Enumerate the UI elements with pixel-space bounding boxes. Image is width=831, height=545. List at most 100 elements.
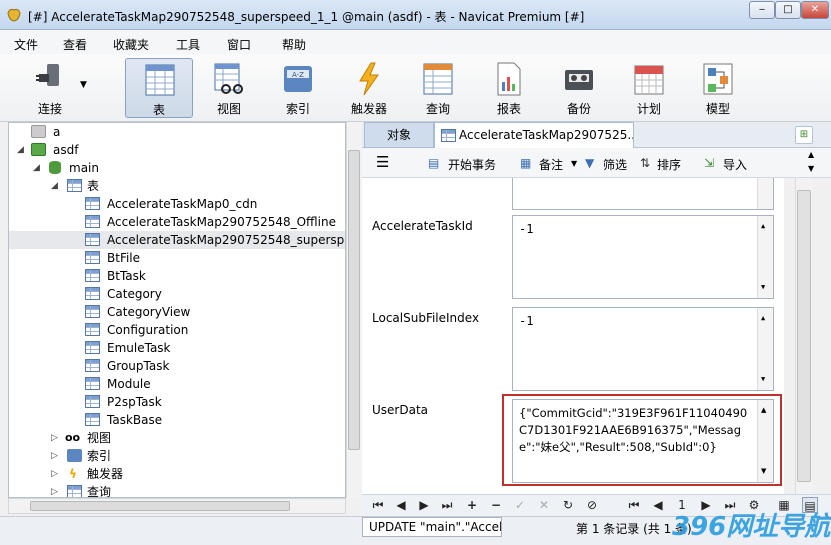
tree-table-item[interactable]: BtFile xyxy=(9,249,345,267)
delete-record-icon[interactable]: − xyxy=(488,497,504,513)
expand-arrow-icon[interactable]: ▷ xyxy=(51,447,61,465)
collapse-arrow-icon[interactable]: ◢ xyxy=(33,159,43,177)
tree-connection-asdf[interactable]: ◢ asdf xyxy=(9,141,345,159)
tree-label: 表 xyxy=(87,179,100,193)
view-icon xyxy=(214,63,243,94)
new-tab-icon[interactable]: ⊞ xyxy=(795,126,813,144)
tree-horizontal-scroll-thumb[interactable] xyxy=(30,501,290,511)
field-scrollbar[interactable]: ▲ ▼ xyxy=(757,308,773,390)
tree-table-item[interactable]: TaskBase xyxy=(9,411,345,429)
lightning-icon xyxy=(359,62,379,96)
table-button[interactable]: 表 xyxy=(125,58,193,118)
toolbar-overflow-icon[interactable]: ▲ xyxy=(808,150,814,159)
expand-arrow-icon[interactable]: ▷ xyxy=(51,483,61,497)
local-sub-file-index-field[interactable]: -1 ▲ ▼ xyxy=(512,307,774,391)
tree-table-item[interactable]: Configuration xyxy=(9,321,345,339)
tree-label: 触发器 xyxy=(87,467,124,481)
tree-table-item[interactable]: Category xyxy=(9,285,345,303)
minimize-button[interactable]: ‒ xyxy=(749,1,775,19)
menu-file[interactable]: 文件 xyxy=(14,36,38,53)
import-button[interactable]: 导入 xyxy=(723,156,747,173)
accelerate-task-id-field[interactable]: -1 ▲ ▼ xyxy=(512,215,774,299)
tree-label: GroupTask xyxy=(107,359,170,373)
menu-hamburger-icon[interactable]: ☰ xyxy=(376,153,389,171)
tree-vertical-scroll-thumb[interactable] xyxy=(348,150,360,450)
previous-field-textbox[interactable] xyxy=(512,178,774,210)
schedule-button[interactable]: 计划 xyxy=(615,58,683,118)
trigger-button[interactable]: 触发器 xyxy=(335,58,403,118)
first-record-icon[interactable]: ⏮ xyxy=(370,497,386,513)
tree-table-item[interactable]: AccelerateTaskMap0_cdn xyxy=(9,195,345,213)
begin-transaction-button[interactable]: 开始事务 xyxy=(448,156,496,173)
last-record-icon[interactable]: ⏭ xyxy=(439,497,455,513)
tree-connection-a[interactable]: a xyxy=(9,123,345,141)
index-button[interactable]: A-Z 索引 xyxy=(264,58,332,118)
cassette-icon xyxy=(565,70,593,90)
scroll-down-arrow-icon[interactable]: ▼ xyxy=(761,371,765,388)
table-icon xyxy=(85,413,100,426)
query-button[interactable]: 查询 xyxy=(404,58,472,118)
menu-help[interactable]: 帮助 xyxy=(282,36,306,53)
filter-button[interactable]: 筛选 xyxy=(603,156,627,173)
object-tree[interactable]: a ◢ asdf ◢ main ◢ 表 AccelerateTaskMap0_c… xyxy=(8,122,346,498)
plug-icon xyxy=(36,64,59,86)
menu-window[interactable]: 窗口 xyxy=(227,36,251,53)
scroll-up-arrow-icon[interactable]: ▲ xyxy=(761,218,765,235)
backup-button[interactable]: 备份 xyxy=(545,58,613,118)
expand-arrow-icon[interactable]: ▷ xyxy=(51,429,61,447)
stop-icon[interactable]: ⊘ xyxy=(584,497,600,513)
memo-dropdown-arrow-icon[interactable]: ▼ xyxy=(571,159,577,168)
scroll-up-arrow-icon[interactable]: ▲ xyxy=(761,310,765,327)
window-title: [#] AccelerateTaskMap290752548_superspee… xyxy=(28,10,585,24)
tree-table-item-selected[interactable]: AccelerateTaskMap290752548_superspeed_1_… xyxy=(9,231,345,249)
next-record-icon[interactable]: ▶ xyxy=(416,497,432,513)
tree-table-item[interactable]: Module xyxy=(9,375,345,393)
collapse-arrow-icon[interactable]: ◢ xyxy=(51,177,61,195)
sort-button[interactable]: 排序 xyxy=(657,156,681,173)
schedule-label: 计划 xyxy=(636,102,661,116)
previous-record-icon[interactable]: ◀ xyxy=(393,497,409,513)
connect-dropdown-arrow-icon[interactable]: ▼ xyxy=(80,80,87,90)
add-record-icon[interactable]: + xyxy=(464,497,480,513)
field-scrollbar[interactable]: ▲ ▼ xyxy=(757,216,773,298)
tree-table-item[interactable]: BtTask xyxy=(9,267,345,285)
apply-changes-icon[interactable]: ✓ xyxy=(512,497,528,513)
tab-table[interactable]: AccelerateTaskMap2907525... xyxy=(434,122,634,148)
tree-database-main[interactable]: ◢ main xyxy=(9,159,345,177)
tree-table-item[interactable]: EmuleTask xyxy=(9,339,345,357)
tree-table-item[interactable]: AccelerateTaskMap290752548_Offline xyxy=(9,213,345,231)
memo-button[interactable]: 备注 xyxy=(539,156,563,173)
tree-label: CategoryView xyxy=(107,305,191,319)
tree-folder-indexes[interactable]: ▷ 索引 xyxy=(9,447,345,465)
menu-view[interactable]: 查看 xyxy=(63,36,87,53)
model-button[interactable]: 模型 xyxy=(684,58,752,118)
toolbar-overflow-icon[interactable]: ▼ xyxy=(808,164,814,173)
form-vertical-scroll-thumb[interactable] xyxy=(797,190,811,482)
maximize-button[interactable]: □ xyxy=(775,1,801,19)
tree-folder-triggers[interactable]: ▷ ϟ 触发器 xyxy=(9,465,345,483)
tree-label: a xyxy=(53,125,61,139)
previous-page-icon[interactable]: ◀ xyxy=(650,497,666,513)
report-button[interactable]: 报表 xyxy=(475,58,543,118)
view-button[interactable]: 视图 xyxy=(195,58,263,118)
menu-tools[interactable]: 工具 xyxy=(176,36,200,53)
tree-folder-tables[interactable]: ◢ 表 xyxy=(9,177,345,195)
refresh-icon[interactable]: ↻ xyxy=(560,497,576,513)
tab-objects[interactable]: 对象 xyxy=(364,122,434,148)
first-page-icon[interactable]: ⏮ xyxy=(626,497,642,513)
tree-folder-views[interactable]: ▷ oo 视图 xyxy=(9,429,345,447)
tree-label: 查询 xyxy=(87,485,112,498)
scroll-down-arrow-icon[interactable]: ▼ xyxy=(761,279,765,296)
tree-table-item[interactable]: P2spTask xyxy=(9,393,345,411)
expand-arrow-icon[interactable]: ▷ xyxy=(51,465,61,483)
connect-button[interactable]: 连接 xyxy=(16,58,84,118)
close-button[interactable]: ✕ xyxy=(801,1,829,19)
table-label: 表 xyxy=(152,103,165,117)
tree-table-item[interactable]: GroupTask xyxy=(9,357,345,375)
collapse-arrow-icon[interactable]: ◢ xyxy=(17,141,27,159)
tree-table-item[interactable]: CategoryView xyxy=(9,303,345,321)
discard-changes-icon[interactable]: ✕ xyxy=(536,497,552,513)
tree-folder-queries[interactable]: ▷ 查询 xyxy=(9,483,345,498)
field-scrollbar[interactable] xyxy=(757,178,773,209)
menu-favorites[interactable]: 收藏夹 xyxy=(113,36,149,53)
